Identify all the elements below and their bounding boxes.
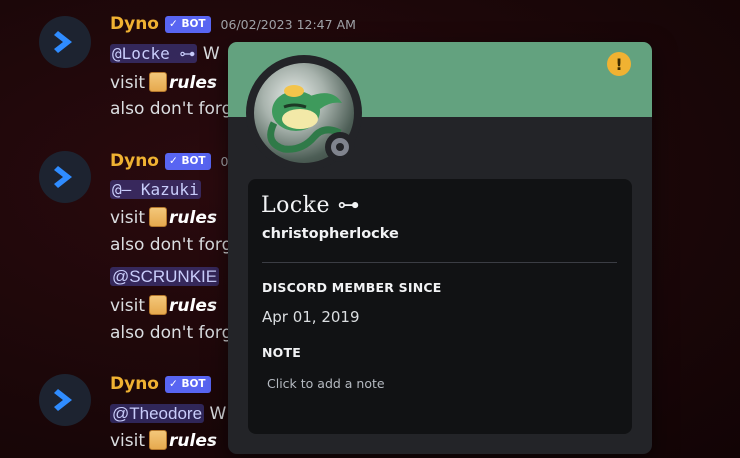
user-profile-popout: ! Locke ⊶ christopherlocke DISCORD MEMBE… [228,42,652,454]
user-mention[interactable]: @SCRUNKIE [110,267,220,286]
dyno-avatar[interactable] [39,151,91,203]
user-mention[interactable]: @Theodore [110,404,205,423]
dyno-avatar[interactable] [39,374,91,426]
channel-link-rules[interactable]: rules [169,73,217,93]
message-text: W [202,44,220,64]
message-text: visit [110,73,146,93]
scroll-emoji-icon [149,295,168,315]
offline-status-icon [331,138,349,156]
message-text: also don't forg [110,323,233,343]
note-input[interactable]: Click to add a note [267,376,385,391]
message-text: visit [110,431,146,451]
profile-username[interactable]: christopherlocke [262,226,399,242]
member-since-label: DISCORD MEMBER SINCE [262,280,442,295]
scroll-emoji-icon [149,72,168,92]
channel-link-rules[interactable]: rules [169,208,217,228]
username[interactable]: Dyno [110,14,159,34]
message-text: visit [110,208,146,228]
exclamation-icon[interactable]: ! [607,52,631,76]
dyno-logo-icon [54,31,72,53]
scroll-emoji-icon [149,207,168,227]
divider [262,262,617,263]
channel-link-rules[interactable]: rules [169,431,217,451]
message-text: visit [110,296,146,316]
bot-badge: ✓ BOT [164,15,211,33]
status-indicator [325,132,355,162]
user-mention[interactable]: @— Kazuki [110,180,201,199]
channel-link-rules[interactable]: rules [169,296,217,316]
note-label: NOTE [262,345,301,360]
message-text: W [209,404,227,424]
username[interactable]: Dyno [110,374,159,394]
profile-info-panel: Locke ⊶ christopherlocke DISCORD MEMBER … [248,179,632,434]
dyno-logo-icon [54,389,72,411]
bot-badge: ✓ BOT [164,375,211,393]
dyno-logo-icon [54,166,72,188]
user-mention[interactable]: @Locke ⊶ [110,44,198,63]
bot-badge: ✓ BOT [164,152,211,170]
member-since-date: Apr 01, 2019 [262,308,360,326]
message-text: also don't forg [110,99,233,119]
display-name[interactable]: Locke ⊶ [261,193,360,218]
dyno-avatar[interactable] [39,16,91,68]
username[interactable]: Dyno [110,151,159,171]
timestamp: 06/02/2023 12:47 AM [220,16,356,32]
message-text: also don't forg [110,235,233,255]
scroll-emoji-icon [149,430,168,450]
